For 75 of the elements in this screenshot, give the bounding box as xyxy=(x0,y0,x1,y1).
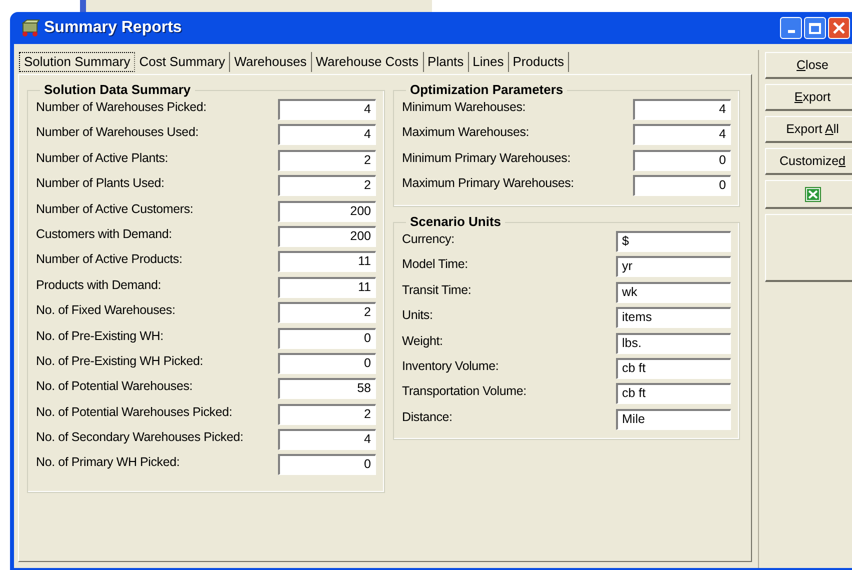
value-field[interactable]: 4 xyxy=(278,429,376,450)
value-field[interactable]: 0 xyxy=(278,328,376,349)
value-field[interactable]: 11 xyxy=(278,251,376,272)
spreadsheet-icon xyxy=(804,186,820,202)
value-field[interactable]: lbs. xyxy=(616,332,731,354)
value-field[interactable]: cb ft xyxy=(616,383,731,404)
value-field[interactable]: 2 xyxy=(278,404,376,425)
value-field[interactable]: 0 xyxy=(633,150,731,171)
value-field[interactable]: 2 xyxy=(278,150,376,171)
value-field[interactable]: 4 xyxy=(278,124,376,146)
maximize-button[interactable] xyxy=(804,17,826,39)
field-label: Number of Warehouses Picked: xyxy=(36,99,206,115)
field-label: Units: xyxy=(402,307,433,324)
field-label: No. of Potential Warehouses: xyxy=(36,378,193,394)
field-label: Model Time: xyxy=(402,256,468,272)
tab[interactable]: Products xyxy=(508,52,570,72)
window-title: Summary Reports xyxy=(44,18,182,38)
close-icon xyxy=(833,22,845,34)
value-field[interactable]: wk xyxy=(616,282,731,303)
tab[interactable]: Warehouse Costs xyxy=(312,52,424,72)
value-field[interactable]: cb ft xyxy=(616,358,731,379)
field-label: Inventory Volume: xyxy=(402,358,499,374)
value-field[interactable]: 4 xyxy=(633,124,731,146)
value-field[interactable]: items xyxy=(616,307,731,328)
value-field[interactable]: $ xyxy=(616,231,731,252)
field-label: Number of Active Products: xyxy=(36,251,182,268)
field-label: Number of Active Customers: xyxy=(36,200,194,217)
value-field[interactable]: 200 xyxy=(278,200,376,222)
field-label: Minimum Warehouses: xyxy=(402,99,526,115)
field-label: No. of Primary WH Picked: xyxy=(36,454,180,470)
close-button[interactable] xyxy=(828,17,850,39)
field-label: Products with Demand: xyxy=(36,276,162,293)
field-label: Customers with Demand: xyxy=(36,226,172,242)
field-label: Transit Time: xyxy=(402,282,472,298)
value-field[interactable]: 200 xyxy=(278,226,376,247)
minimize-button[interactable] xyxy=(780,17,802,39)
field-label: Transportation Volume: xyxy=(402,383,526,400)
field-label: No. of Pre-Existing WH: xyxy=(36,328,164,344)
value-field[interactable]: 4 xyxy=(278,99,376,120)
value-field[interactable]: 4 xyxy=(633,99,731,120)
excel-button[interactable] xyxy=(765,180,852,209)
field-label: Weight: xyxy=(402,332,443,349)
tab[interactable]: Solution Summary xyxy=(19,52,136,72)
field-label: No. of Potential Warehouses Picked: xyxy=(36,404,232,420)
dialog-button[interactable]: Export xyxy=(765,84,852,111)
value-field[interactable]: 11 xyxy=(278,276,376,298)
field-label: Number of Warehouses Used: xyxy=(36,124,198,140)
value-field[interactable]: 2 xyxy=(278,175,376,196)
field-label: No. of Pre-Existing WH Picked: xyxy=(36,352,203,369)
tab[interactable]: Cost Summary xyxy=(135,52,230,72)
field-label: Number of Plants Used: xyxy=(36,175,164,192)
field-label: Currency: xyxy=(402,231,454,247)
tab[interactable]: Warehouses xyxy=(230,52,312,72)
field-label: No. of Secondary Warehouses Picked: xyxy=(36,429,244,446)
field-label: Number of Active Plants: xyxy=(36,150,168,166)
value-field[interactable]: 0 xyxy=(278,454,376,476)
value-field[interactable]: 2 xyxy=(278,302,376,324)
group-title: Optimization Parameters xyxy=(406,82,568,98)
field-label: Maximum Warehouses: xyxy=(402,124,530,140)
field-label: Maximum Primary Warehouses: xyxy=(402,175,574,192)
field-label: No. of Fixed Warehouses: xyxy=(36,302,176,318)
tab[interactable]: Lines xyxy=(468,52,509,72)
value-field[interactable]: 58 xyxy=(278,378,376,400)
dialog-button[interactable]: Export All xyxy=(765,116,852,143)
value-field[interactable]: 0 xyxy=(278,352,376,374)
dialog-button[interactable]: Customized xyxy=(765,148,852,175)
blank-button[interactable] xyxy=(765,214,852,282)
field-label: Distance: xyxy=(402,408,452,425)
value-field[interactable]: yr xyxy=(616,256,731,278)
field-label: Minimum Primary Warehouses: xyxy=(402,150,570,166)
value-field[interactable]: 0 xyxy=(633,175,731,196)
value-field[interactable]: Mile xyxy=(616,408,731,430)
group-title: Solution Data Summary xyxy=(40,82,195,98)
tab[interactable]: Plants xyxy=(424,52,469,72)
dialog-button[interactable]: Close xyxy=(765,52,852,79)
